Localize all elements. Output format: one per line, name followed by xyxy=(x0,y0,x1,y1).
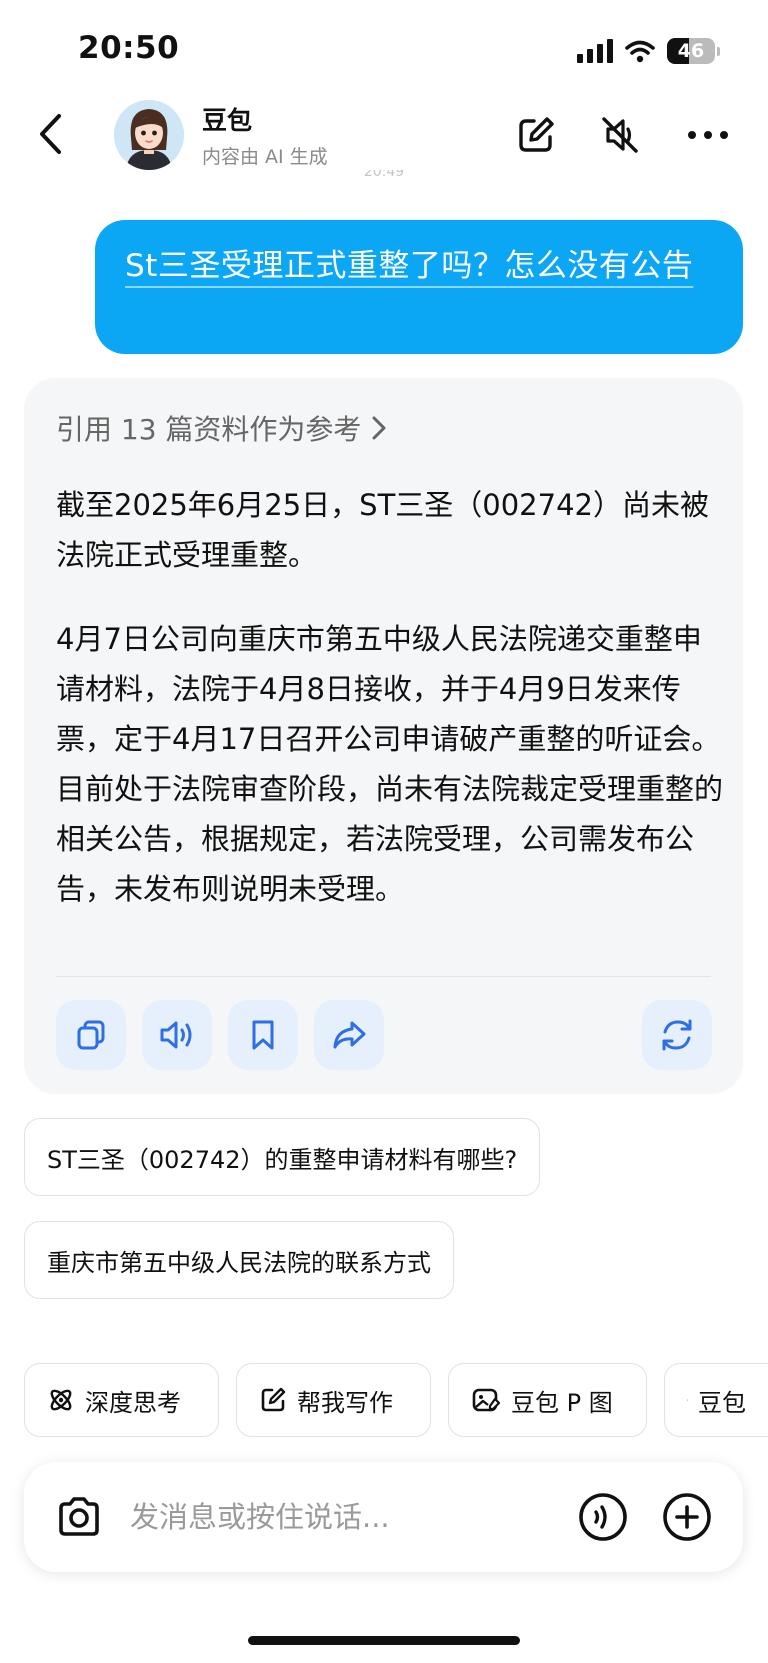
document-icon xyxy=(687,1399,688,1401)
voice-wave-icon xyxy=(579,1493,627,1541)
add-button[interactable] xyxy=(660,1490,714,1544)
speaker-muted-icon xyxy=(602,117,638,153)
chip-writing[interactable]: 帮我写作 xyxy=(236,1363,431,1437)
camera-button[interactable] xyxy=(52,1490,106,1544)
chip-image-edit[interactable]: 豆包 P 图 xyxy=(448,1363,647,1437)
home-indicator xyxy=(248,1636,520,1645)
atom-icon xyxy=(50,1389,72,1411)
battery-icon: 46 xyxy=(667,38,715,64)
bookmark-icon xyxy=(252,1020,274,1050)
chevron-right-icon xyxy=(372,416,386,440)
mute-button[interactable] xyxy=(596,111,644,159)
status-bar: 20:50 46 xyxy=(0,0,768,100)
cellular-signal-icon xyxy=(577,39,613,63)
status-icons: 46 xyxy=(577,36,720,66)
status-time: 20:50 xyxy=(78,30,180,66)
suggested-question-label: 重庆市第五中级人民法院的联系方式 xyxy=(47,1248,431,1277)
message-input-bar xyxy=(24,1462,743,1572)
suggested-question-label: ST三圣（002742）的重整申请材料有哪些? xyxy=(47,1145,518,1174)
message-timestamp: 20:49 xyxy=(363,170,405,179)
references-label: 引用 13 篇资料作为参考 xyxy=(56,413,362,446)
speaker-icon xyxy=(160,1021,192,1049)
avatar[interactable] xyxy=(114,100,184,170)
chat-header: 豆包 内容由 AI 生成 xyxy=(0,95,768,175)
battery-level: 46 xyxy=(677,40,705,62)
chip-label: 帮我写作 xyxy=(297,1388,393,1417)
avatar-portrait-icon xyxy=(114,100,184,170)
chip-label: 豆包 xyxy=(698,1388,746,1417)
user-message-bubble[interactable]: St三圣受理正式重整了吗？怎么没有公告 xyxy=(95,220,743,354)
regenerate-icon xyxy=(662,1019,692,1051)
pen-square-icon xyxy=(261,1387,286,1412)
plus-circle-icon xyxy=(663,1493,711,1541)
chevron-left-icon xyxy=(40,114,61,154)
back-button[interactable] xyxy=(28,109,72,159)
share-icon xyxy=(333,1021,366,1049)
more-button[interactable] xyxy=(684,111,732,159)
edit-icon xyxy=(519,117,554,152)
message-input[interactable] xyxy=(130,1492,540,1542)
answer-paragraph: 4月7日公司向重庆市第五中级人民法院递交重整申请材料，法院于4月8日接收，并于4… xyxy=(56,622,724,906)
more-icon xyxy=(688,131,728,139)
chip-label: 深度思考 xyxy=(85,1388,181,1417)
chat-subtitle: 内容由 AI 生成 xyxy=(202,146,328,168)
copy-icon xyxy=(77,1020,105,1050)
wifi-icon xyxy=(625,40,655,63)
answer-paragraph: 截至2025年6月25日，ST三圣（002742）尚未被法院正式受理重整。 xyxy=(56,488,709,572)
chat-title: 豆包 xyxy=(202,106,253,135)
chip-label: 豆包 P 图 xyxy=(511,1388,613,1417)
battery-tip xyxy=(717,46,720,56)
references-link[interactable]: 引用 13 篇资料作为参考 xyxy=(56,408,387,448)
image-edit-icon xyxy=(472,1388,501,1412)
divider xyxy=(56,976,711,977)
edit-button[interactable] xyxy=(512,111,560,159)
bookmark-button[interactable] xyxy=(228,1000,298,1070)
copy-button[interactable] xyxy=(56,1000,126,1070)
regenerate-button[interactable] xyxy=(642,1000,712,1070)
suggested-question[interactable]: 重庆市第五中级人民法院的联系方式 xyxy=(24,1221,454,1299)
read-aloud-button[interactable] xyxy=(142,1000,212,1070)
suggested-question[interactable]: ST三圣（002742）的重整申请材料有哪些? xyxy=(24,1118,541,1196)
chip-deep-think[interactable]: 深度思考 xyxy=(24,1363,219,1437)
assistant-answer-card: 引用 13 篇资料作为参考 截至2025年6月25日，ST三圣（002742）尚… xyxy=(24,378,743,1094)
voice-call-button[interactable] xyxy=(576,1490,630,1544)
chip-doubao-more[interactable]: 豆包 xyxy=(664,1363,768,1437)
user-message-text: St三圣受理正式重整了吗？怎么没有公告 xyxy=(125,248,694,284)
camera-icon xyxy=(59,1497,99,1536)
share-button[interactable] xyxy=(314,1000,384,1070)
